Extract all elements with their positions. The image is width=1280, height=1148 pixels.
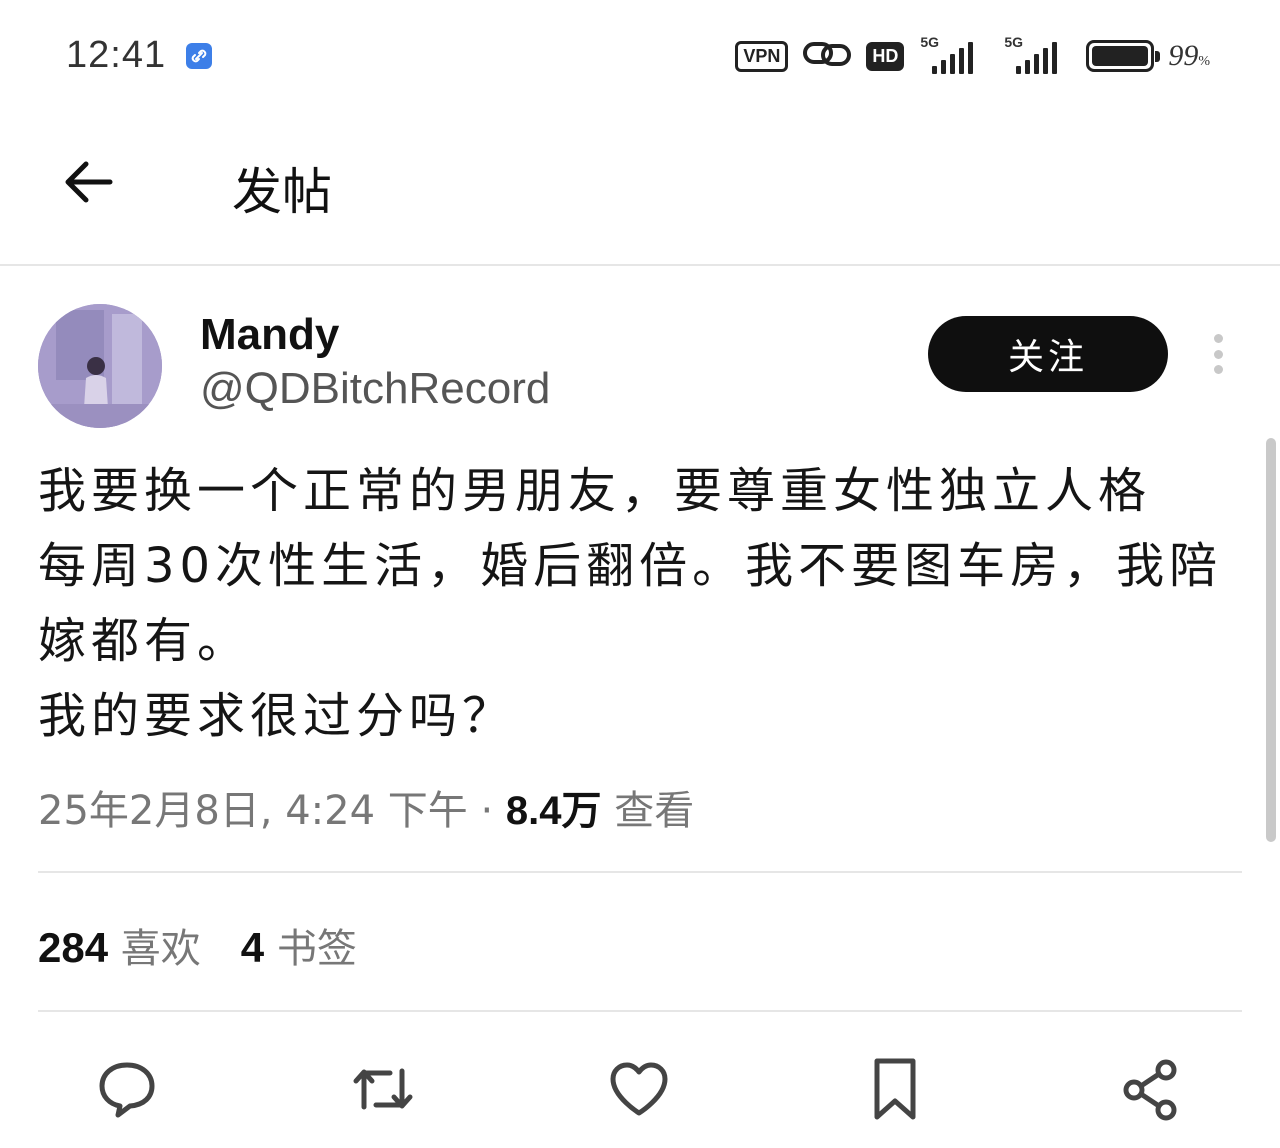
views-count: 8.4万 xyxy=(505,789,602,833)
action-bar xyxy=(0,1048,1280,1138)
reply-button[interactable] xyxy=(92,1054,162,1124)
battery-percent: 99% xyxy=(1168,39,1210,72)
vpn-badge: VPN xyxy=(735,40,789,72)
signal-2-icon: 5G xyxy=(1002,34,1072,76)
heart-icon xyxy=(610,1062,668,1116)
repost-button[interactable] xyxy=(348,1054,418,1124)
author-handle[interactable]: @QDBitchRecord xyxy=(200,364,550,414)
like-button[interactable] xyxy=(604,1054,674,1124)
share-button[interactable] xyxy=(1116,1054,1186,1124)
hotspot-link-icon xyxy=(802,38,852,74)
stats-row: 284 喜欢 4 书签 xyxy=(38,916,357,974)
post-meta: 25年2月8日, 4:24 下午 · 8.4万 查看 xyxy=(38,778,694,836)
likes-count: 284 xyxy=(38,924,109,971)
status-bar: 12:41 VPN HD 5G 5G 99% xyxy=(0,0,1280,110)
divider xyxy=(38,871,1242,873)
repost-icon xyxy=(353,1068,413,1110)
back-button[interactable] xyxy=(56,150,120,214)
post-timestamp: 25年2月8日, 4:24 下午 · xyxy=(38,788,506,834)
divider xyxy=(38,1010,1242,1012)
signal-1-icon: 5G xyxy=(918,34,988,76)
scrollbar[interactable] xyxy=(1266,438,1276,842)
bookmarks-stat[interactable]: 4 书签 xyxy=(240,924,357,972)
author-name[interactable]: Mandy xyxy=(200,310,339,360)
app-header: 发帖 xyxy=(0,120,1280,266)
battery-fill xyxy=(1092,46,1148,66)
link-notification-icon xyxy=(186,43,212,69)
status-time: 12:41 xyxy=(66,34,167,76)
avatar[interactable] xyxy=(38,304,162,428)
views-label: 查看 xyxy=(614,788,695,834)
share-icon xyxy=(1123,1059,1177,1121)
likes-label: 喜欢 xyxy=(120,926,201,972)
post-text: 我要换一个正常的男朋友，要尊重女性独立人格 每周30次性生活，婚后翻倍。我不要图… xyxy=(38,463,1223,744)
follow-button[interactable]: 关注 xyxy=(928,316,1168,392)
bookmarks-count: 4 xyxy=(240,924,265,971)
hd-voice-badge: HD xyxy=(866,41,905,71)
likes-stat[interactable]: 284 喜欢 xyxy=(38,924,201,972)
comment-icon xyxy=(99,1062,155,1118)
arrow-left-icon xyxy=(65,161,113,203)
bookmarks-label: 书签 xyxy=(276,926,357,972)
status-icons: VPN HD 5G 5G 99% xyxy=(735,34,1210,78)
battery-icon xyxy=(1086,40,1161,72)
more-vertical-icon[interactable] xyxy=(1206,330,1230,378)
bookmark-icon xyxy=(874,1058,916,1120)
page-title: 发帖 xyxy=(232,163,332,221)
bookmark-button[interactable] xyxy=(860,1054,930,1124)
